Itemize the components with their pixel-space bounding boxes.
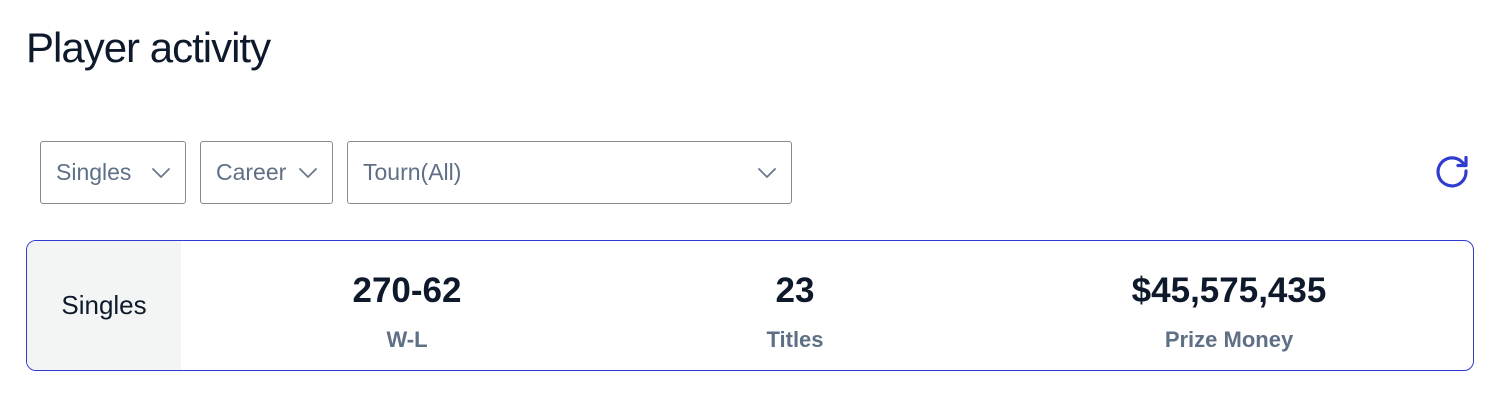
chevron-down-icon [299,167,317,178]
titles-caption: Titles [766,327,824,352]
filter-bar: Singles Career Tourn(All) [40,141,806,204]
stat-win-loss: 270-62 W-L [307,241,507,370]
prize-money-caption: Prize Money [1164,327,1294,352]
titles-value: 23 [775,271,815,310]
prize-money-value: $45,575,435 [1131,271,1327,310]
chevron-down-icon [152,167,170,178]
refresh-icon[interactable] [1433,152,1471,190]
win-loss-caption: W-L [386,327,428,352]
stat-prize-money: $45,575,435 Prize Money [1079,241,1379,370]
stats-type-label: Singles [27,241,181,370]
player-activity-page: Player activity Singles Career Tourn(All… [0,0,1504,412]
type-dropdown[interactable]: Singles [40,141,186,204]
page-title: Player activity [26,24,271,71]
stats-card: Singles 270-62 W-L 23 Titles $45,575,435… [26,240,1474,371]
stat-titles: 23 Titles [695,241,895,370]
type-dropdown-value: Singles [56,159,132,185]
period-dropdown[interactable]: Career [200,141,333,204]
tournament-dropdown[interactable]: Tourn(All) [347,141,792,204]
period-dropdown-value: Career [216,159,287,185]
chevron-down-icon [758,167,776,178]
tournament-dropdown-value: Tourn(All) [363,159,462,185]
win-loss-value: 270-62 [352,271,462,310]
